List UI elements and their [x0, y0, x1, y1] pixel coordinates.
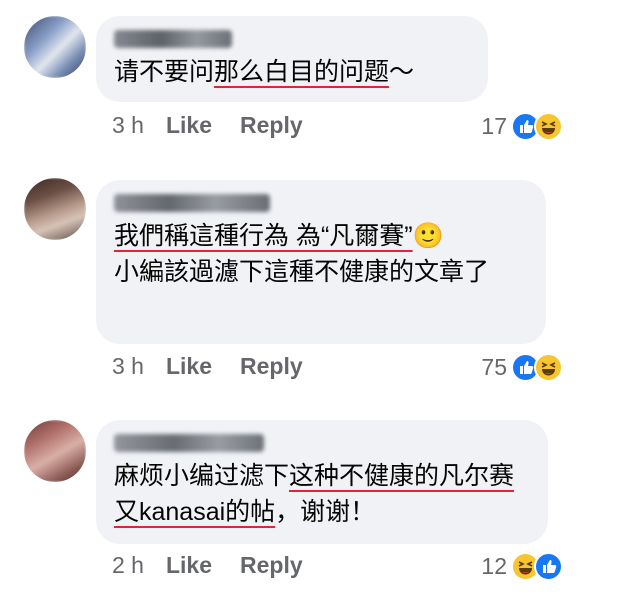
comment-bubble: 我們稱這種行為 為“凡爾賽”🙂 小編該過濾下這種不健康的文章了 — [96, 180, 546, 344]
avatar[interactable] — [24, 16, 86, 78]
reaction-count: 75 — [481, 354, 507, 380]
reaction-count: 17 — [481, 113, 507, 139]
avatar[interactable] — [24, 178, 86, 240]
avatar[interactable] — [24, 420, 86, 482]
haha-icon — [534, 112, 563, 141]
reaction-summary[interactable]: 12 — [481, 552, 563, 581]
reply-button[interactable]: Reply — [240, 112, 303, 139]
comment-timestamp[interactable]: 3 h — [112, 112, 144, 139]
reaction-summary[interactable]: 17 — [481, 112, 563, 141]
like-icon — [534, 552, 563, 581]
comment-bubble: 请不要问那么白目的问题～ — [96, 16, 488, 102]
commenter-name-blurred[interactable] — [114, 434, 264, 452]
comment-actions: 2 h Like Reply — [112, 552, 303, 579]
comment-text: 请不要问那么白目的问题～ — [114, 58, 415, 86]
comment-actions: 3 h Like Reply — [112, 112, 303, 139]
comment-timestamp[interactable]: 3 h — [112, 353, 144, 380]
like-button[interactable]: Like — [166, 552, 212, 579]
reaction-summary[interactable]: 75 — [481, 353, 563, 382]
commenter-name-blurred[interactable] — [114, 194, 270, 212]
comment-actions: 3 h Like Reply — [112, 353, 303, 380]
haha-icon — [534, 353, 563, 382]
reaction-count: 12 — [481, 553, 507, 579]
reply-button[interactable]: Reply — [240, 552, 303, 579]
commenter-name-blurred[interactable] — [114, 30, 232, 48]
comment-text: 麻烦小编过滤下这种不健康的凡尔赛又kanasai的帖，谢谢！ — [114, 462, 515, 526]
like-button[interactable]: Like — [166, 112, 212, 139]
comment-timestamp[interactable]: 2 h — [112, 552, 144, 579]
comment-bubble: 麻烦小编过滤下这种不健康的凡尔赛又kanasai的帖，谢谢！ — [96, 420, 548, 544]
like-button[interactable]: Like — [166, 353, 212, 380]
reply-button[interactable]: Reply — [240, 353, 303, 380]
comment-text: 我們稱這種行為 為“凡爾賽”🙂 小編該過濾下這種不健康的文章了 — [114, 222, 490, 286]
